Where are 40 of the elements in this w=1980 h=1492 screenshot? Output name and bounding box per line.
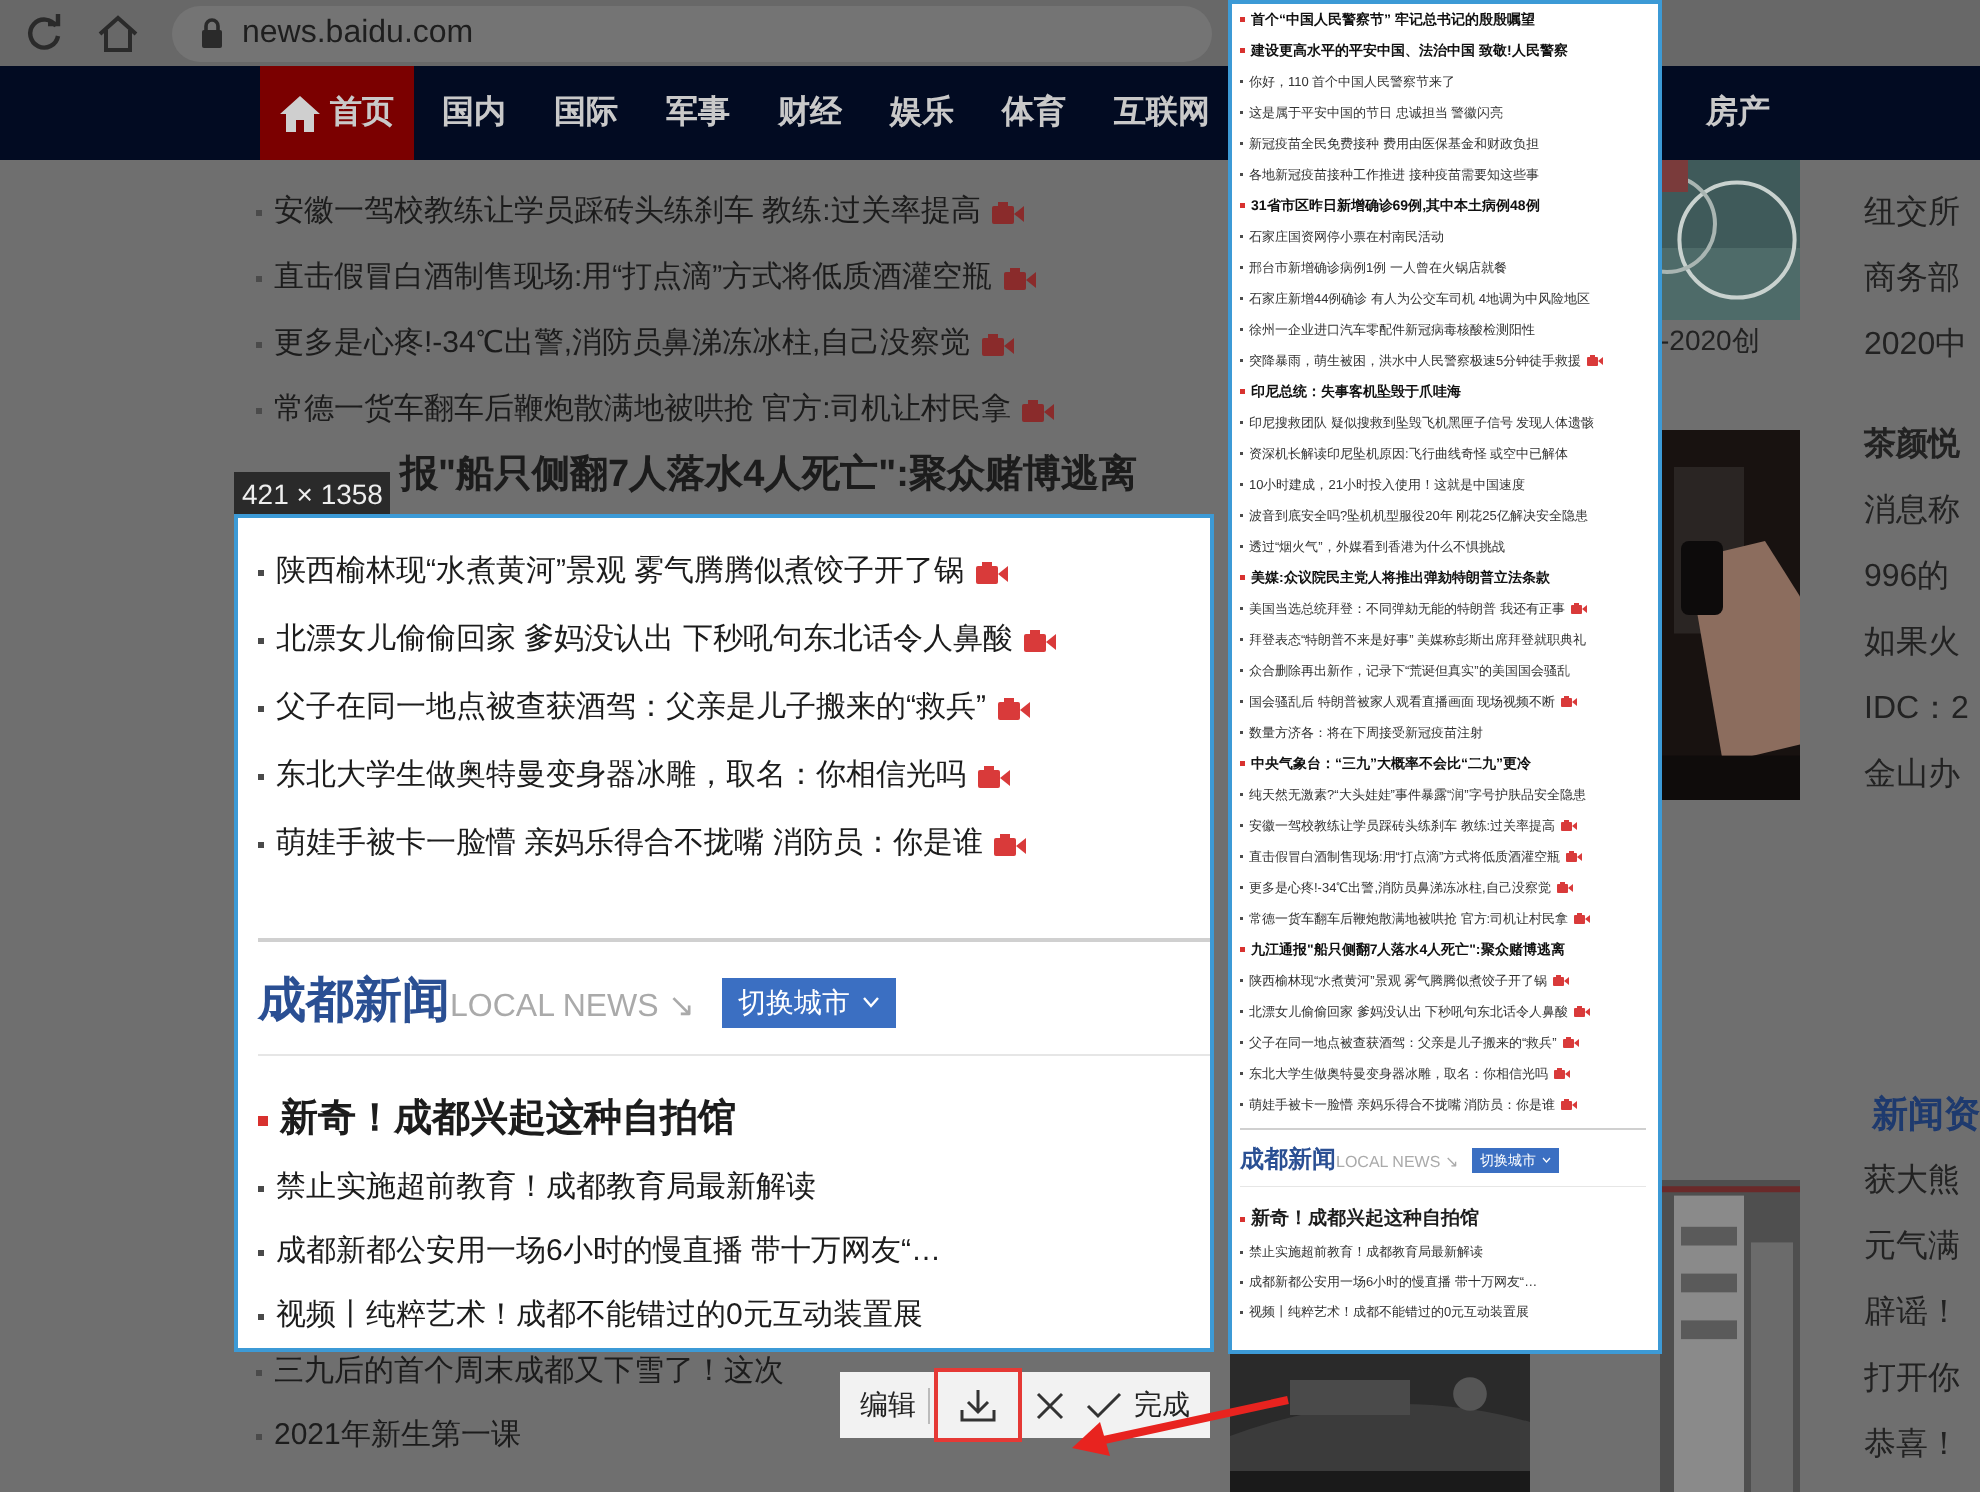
home-icon: [280, 94, 320, 132]
nav-tab[interactable]: 军事: [646, 66, 750, 160]
section-subtitle: LOCAL NEWS ↘: [450, 988, 694, 1028]
section-title: 成都新闻: [258, 972, 450, 1032]
news-headline[interactable]: 新奇！成都兴起这种自拍馆: [1251, 1204, 1479, 1234]
nav-tab[interactable]: 财经: [758, 66, 862, 160]
nav-tab[interactable]: 房产: [1686, 66, 1790, 160]
close-icon: [1034, 1389, 1066, 1421]
news-link[interactable]: 禁止实施超前教育！成都教育局最新解读: [276, 1165, 816, 1211]
home-icon[interactable]: [96, 13, 140, 53]
edit-button[interactable]: 编辑: [852, 1372, 924, 1438]
news-link[interactable]: 萌娃手被卡一脸懵 亲妈乐得合不拢嘴 消防员：你是谁: [276, 821, 983, 867]
nav-tab[interactable]: 体育: [982, 66, 1086, 160]
url-text: news.baidu.com: [242, 13, 474, 53]
download-button[interactable]: [934, 1368, 1022, 1442]
check-icon: [1086, 1391, 1122, 1419]
lock-icon: [200, 18, 224, 48]
nav-tab[interactable]: 首页: [260, 66, 414, 160]
section-title: 新闻资: [1872, 1092, 1980, 1138]
city-switch-button[interactable]: 切换城市: [721, 977, 896, 1027]
nav-tab[interactable]: 互联网: [1094, 66, 1230, 160]
nav-tab[interactable]: 国际: [534, 66, 638, 160]
news-link[interactable]: 成都新都公安用一场6小时的慢直播 带十万网友“…: [276, 1229, 942, 1275]
nav-tab[interactable]: 国内: [422, 66, 526, 160]
section-title: 成都新闻: [1240, 1144, 1336, 1177]
reload-icon[interactable]: [24, 13, 64, 53]
news-headline[interactable]: 新奇！成都兴起这种自拍馆: [280, 1091, 736, 1149]
news-link[interactable]: 视频丨纯粹艺术！成都不能错过的0元互动装置展: [276, 1293, 923, 1339]
news-link[interactable]: 陕西榆林现“水煮黄河”景观 雾气腾腾似煮饺子开了锅: [276, 549, 965, 595]
news-link[interactable]: 东北大学生做奥特曼变身器冰雕，取名：你相信光吗: [276, 753, 966, 799]
download-icon: [958, 1387, 998, 1423]
chevron-down-icon: [861, 996, 880, 1008]
news-link[interactable]: 父子在同一地点被查获酒驾：父亲是儿子搬来的“救兵”: [276, 685, 986, 731]
address-bar[interactable]: news.baidu.com: [172, 5, 1212, 61]
photo-caption: -2020创: [1660, 322, 1762, 360]
size-label: 421 × 1358: [234, 472, 391, 518]
nav-tab[interactable]: 娱乐: [870, 66, 974, 160]
section-subtitle: LOCAL NEWS ↘: [1336, 1152, 1458, 1175]
news-link[interactable]: 北漂女儿偷偷回家 爹妈没认出 下秒吼句东北话令人鼻酸: [276, 617, 1013, 663]
done-button[interactable]: 完成: [1078, 1372, 1198, 1438]
